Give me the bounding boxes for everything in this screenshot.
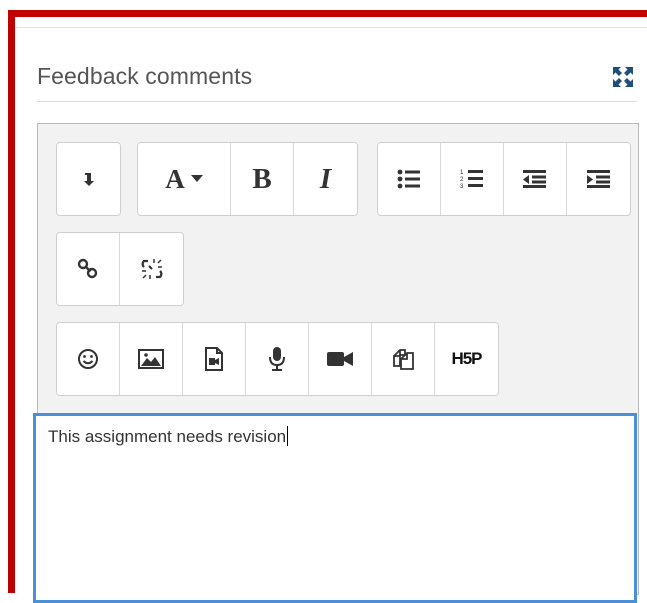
insert-image-button[interactable] [120,323,183,395]
font-color-button[interactable]: A [138,143,231,215]
image-icon [138,349,164,369]
insert-emoticon-button[interactable] [57,323,120,395]
toolbar-group-toggle [56,142,121,216]
editor-toolbar: A B I 1 2 3 H5P [38,124,638,414]
numbered-list-icon: 1 2 3 [460,170,483,190]
highlight-frame-top [8,10,647,17]
bold-button[interactable]: B [231,143,294,215]
insert-h5p-button[interactable]: H5P [435,323,498,395]
indent-icon [586,170,610,188]
arrow-down-icon [83,173,94,186]
outdent-button[interactable] [504,143,567,215]
manage-files-button[interactable] [372,323,435,395]
video-camera-icon [327,352,353,366]
chevron-down-icon [190,175,203,182]
feedback-text-content: This assignment needs revision [48,426,289,447]
outdent-icon [523,170,546,188]
h5p-icon: H5P [451,349,482,368]
unlink-icon [141,259,162,279]
text-caret [287,426,289,446]
feedback-header: Feedback comments [37,57,637,102]
svg-text:1: 1 [460,170,464,176]
svg-text:2: 2 [460,177,464,183]
show-more-buttons-button[interactable] [57,143,120,215]
smiley-icon [78,349,98,369]
microphone-icon [269,347,285,371]
italic-button[interactable]: I [294,143,357,215]
feedback-text-area[interactable]: This assignment needs revision [33,413,637,603]
fullscreen-expand-icon[interactable] [611,65,635,89]
media-file-icon [205,347,223,371]
svg-text:3: 3 [460,184,464,190]
font-icon: A [165,163,185,194]
divider [15,27,647,28]
insert-media-button[interactable] [183,323,246,395]
toolbar-group-links [56,232,184,306]
toolbar-group-lists: 1 2 3 [377,142,631,216]
toolbar-group-media: H5P [56,322,499,396]
insert-link-button[interactable] [57,233,120,305]
toolbar-group-text-format: A B I [137,142,358,216]
rich-text-editor: A B I 1 2 3 H5P This assignment needs re… [33,123,639,603]
bullet-list-icon [397,169,420,189]
indent-button[interactable] [567,143,630,215]
feedback-title: Feedback comments [37,63,253,89]
feedback-panel: Feedback comments A B I 1 2 3 H5P This a… [15,17,647,603]
bold-icon: B [252,162,272,195]
italic-icon: I [319,162,332,195]
link-icon [77,258,98,279]
record-video-button[interactable] [309,323,372,395]
record-audio-button[interactable] [246,323,309,395]
feedback-text: This assignment needs revision [48,427,287,446]
highlight-frame-left [8,10,15,593]
unlink-button[interactable] [120,233,183,305]
unordered-list-button[interactable] [378,143,441,215]
copy-files-icon [393,349,414,370]
ordered-list-button[interactable]: 1 2 3 [441,143,504,215]
